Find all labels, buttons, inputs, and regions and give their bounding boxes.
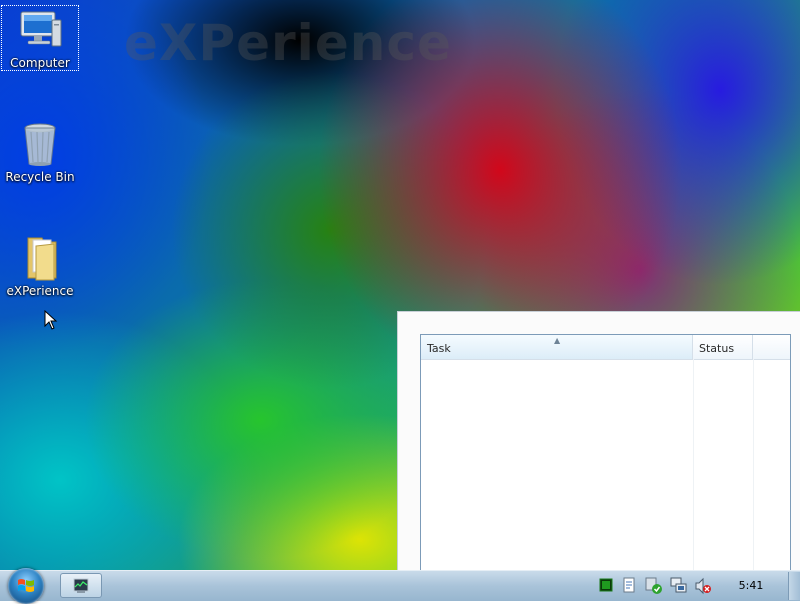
cpu-meter-icon[interactable] — [599, 576, 613, 596]
task-list-view[interactable]: Task ▲ Status — [420, 334, 791, 570]
taskbar: 5:41 — [0, 568, 800, 604]
taskbar-clock[interactable]: 5:41 — [726, 571, 776, 601]
column-header-status[interactable]: Status — [693, 335, 753, 359]
sort-ascending-icon: ▲ — [554, 336, 561, 345]
start-button[interactable] — [8, 568, 44, 604]
list-header: Task ▲ Status — [421, 335, 790, 360]
desktop[interactable]: eXPerience Computer Recycle Bin eXPerien… — [0, 0, 800, 570]
folder-icon — [16, 234, 64, 282]
security-check-icon[interactable] — [645, 576, 663, 596]
volume-muted-icon[interactable] — [694, 576, 712, 596]
desktop-icon-computer[interactable]: Computer — [1, 5, 79, 71]
column-header-label: Status — [699, 342, 735, 355]
desktop-icon-label: Computer — [10, 56, 70, 70]
column-divider — [753, 359, 754, 570]
column-header-label: Task — [427, 342, 451, 355]
recycle-bin-icon — [16, 120, 64, 168]
taskbar-app-button[interactable] — [60, 573, 102, 598]
task-manager-icon — [73, 578, 89, 593]
document-icon[interactable] — [622, 576, 636, 596]
desktop-icon-recycle-bin[interactable]: Recycle Bin — [2, 120, 78, 184]
mouse-cursor-icon — [44, 310, 58, 330]
show-desktop-button[interactable] — [788, 572, 800, 600]
desktop-icon-label: Recycle Bin — [5, 170, 75, 184]
computer-icon — [16, 6, 64, 54]
windows-flag-icon — [18, 579, 34, 592]
column-divider — [693, 359, 694, 570]
wallpaper-watermark: eXPerience — [124, 14, 452, 72]
desktop-icon-experience-folder[interactable]: eXPerience — [2, 234, 78, 298]
network-icon[interactable] — [670, 576, 688, 596]
task-list-window[interactable]: Task ▲ Status — [397, 311, 800, 570]
desktop-icon-label: eXPerience — [6, 284, 74, 298]
column-header-empty[interactable] — [753, 335, 790, 359]
